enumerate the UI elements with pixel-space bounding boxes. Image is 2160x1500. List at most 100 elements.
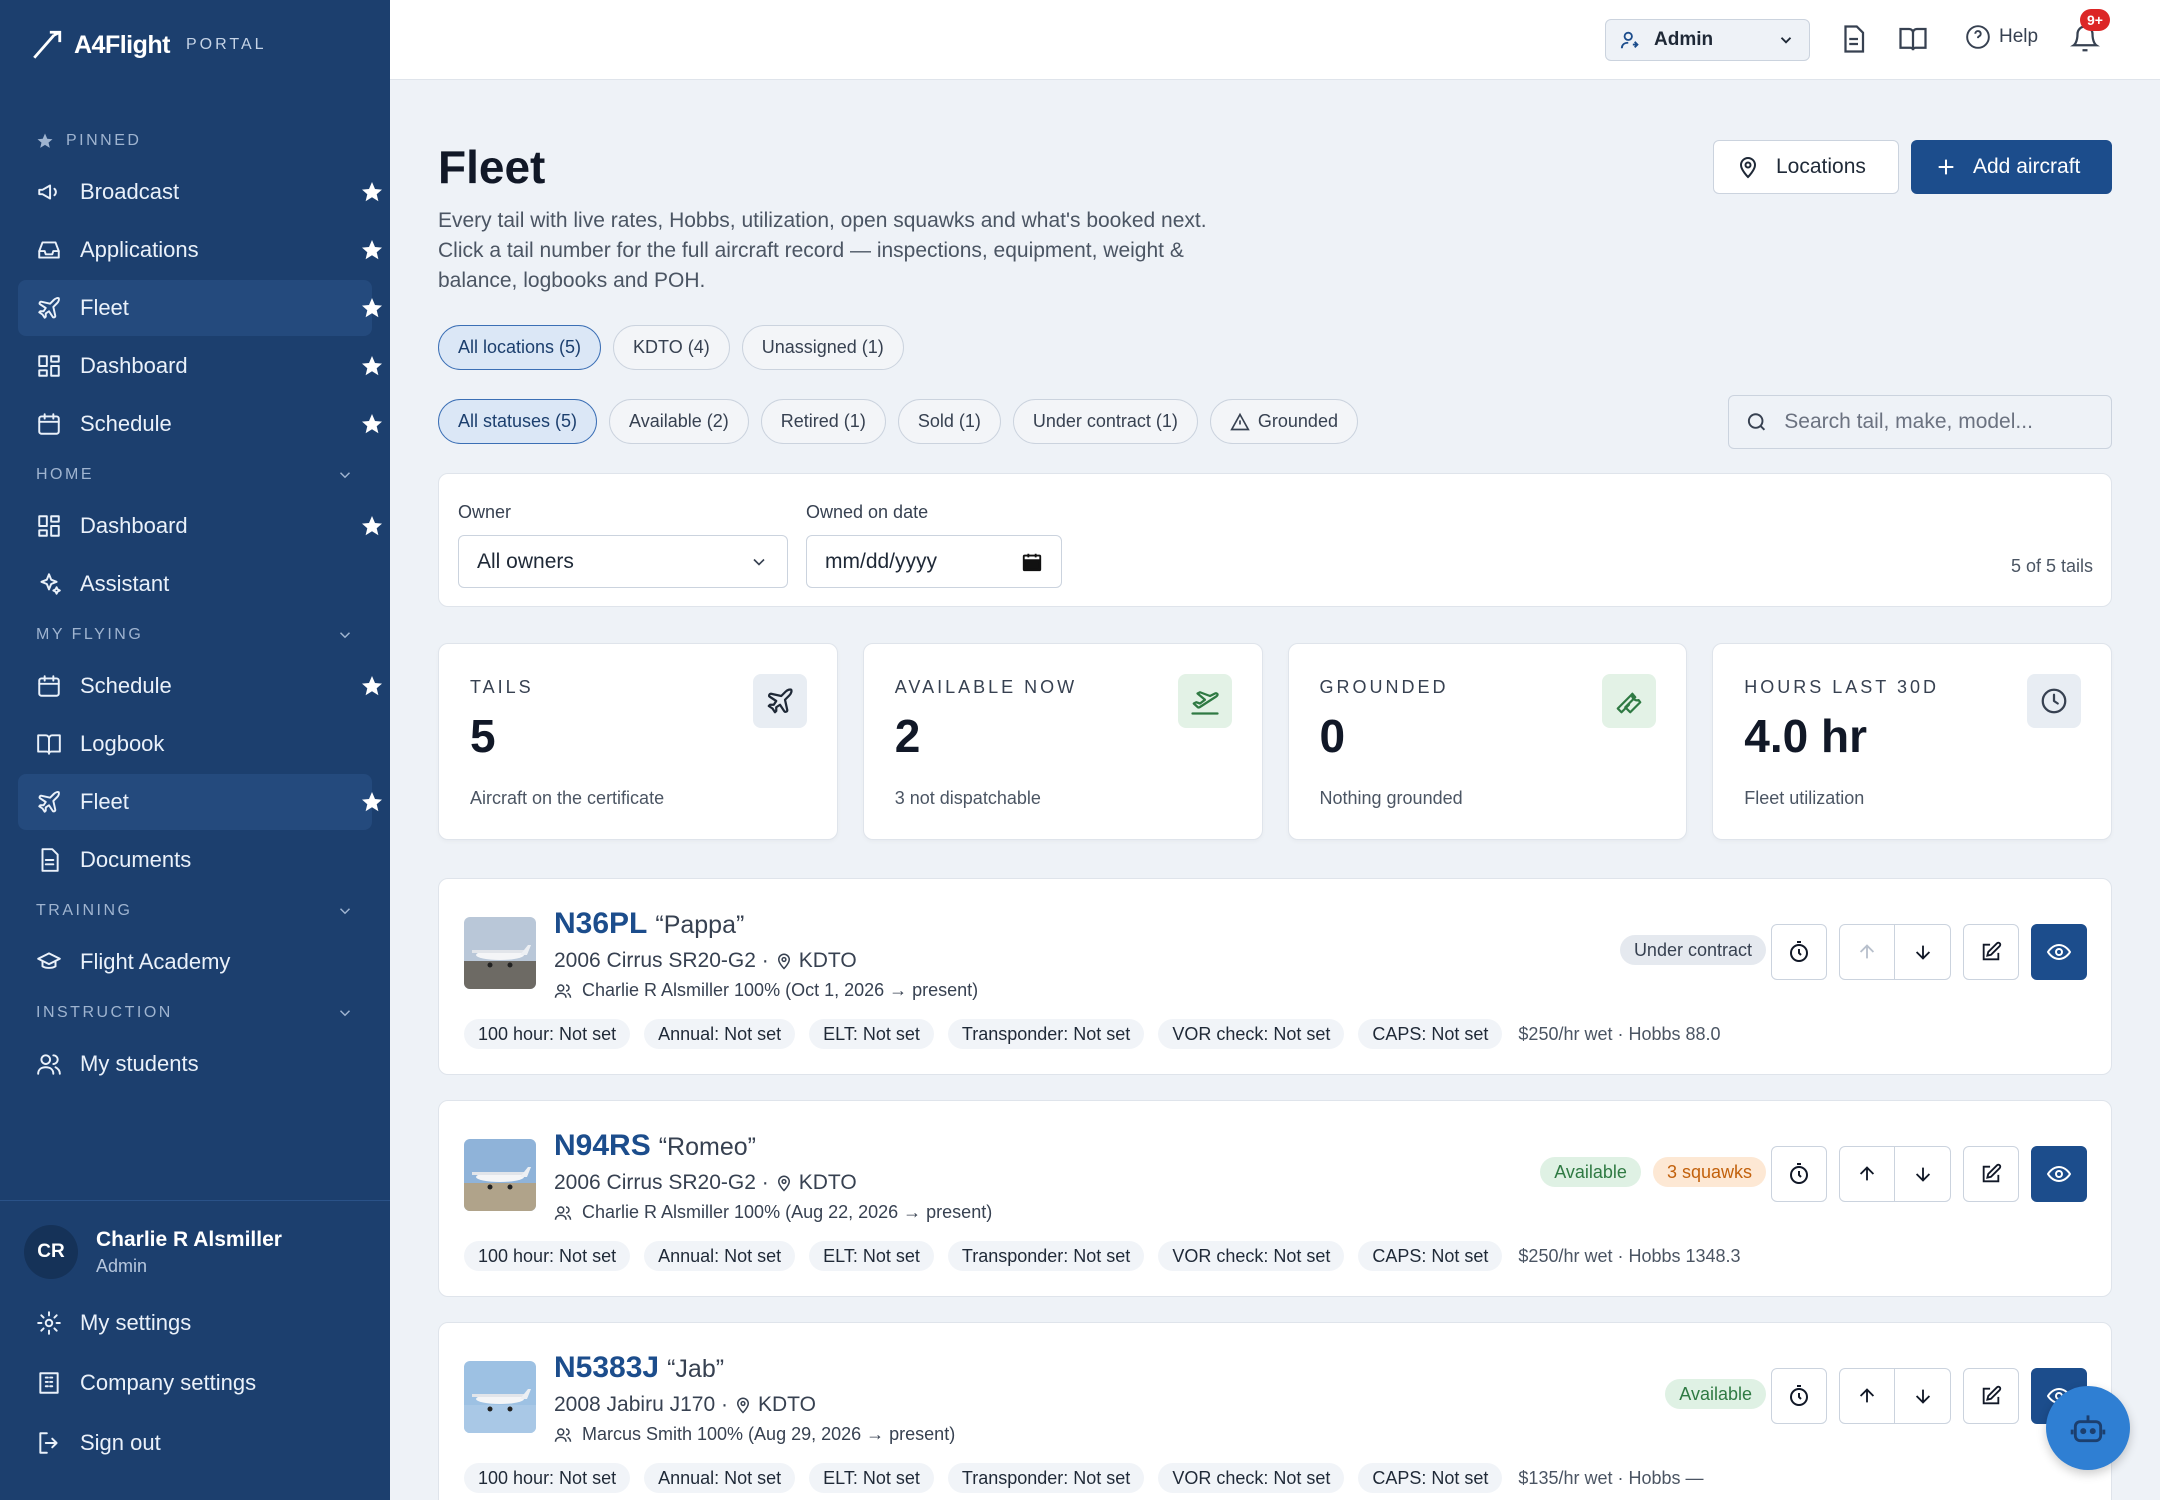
edit-button[interactable] xyxy=(1963,1368,2019,1424)
owner-select[interactable]: All owners xyxy=(458,535,788,588)
sidebar-item-label: Assistant xyxy=(80,571,170,596)
timer-button[interactable] xyxy=(1771,924,1827,980)
calendar-icon[interactable] xyxy=(1021,551,1043,573)
aircraft-actions xyxy=(1771,1368,2087,1424)
sign-out-link[interactable]: Sign out xyxy=(0,1413,390,1473)
filter-pill[interactable]: Grounded xyxy=(1209,399,1358,444)
sidebar-item-logbook[interactable]: Logbook xyxy=(18,716,372,772)
map-pin-icon xyxy=(1739,157,1757,179)
star-icon[interactable] xyxy=(360,790,384,814)
user-switch-icon xyxy=(1620,31,1639,49)
filter-pill[interactable]: All statuses (5) xyxy=(438,399,598,444)
star-icon[interactable] xyxy=(360,514,384,538)
star-icon[interactable] xyxy=(360,238,384,262)
move-down-button[interactable] xyxy=(1895,1146,1951,1202)
sidebar-item-my-students[interactable]: My students xyxy=(18,1036,372,1092)
help-link[interactable]: Help xyxy=(1965,24,2038,50)
view-button[interactable] xyxy=(2031,1146,2087,1202)
section-my-flying[interactable]: MY FLYING xyxy=(0,614,390,656)
owned-date-input[interactable]: mm/dd/yyyy xyxy=(806,535,1062,588)
move-down-button[interactable] xyxy=(1895,924,1951,980)
move-up-button[interactable] xyxy=(1839,1368,1895,1424)
aircraft-rate: $135/hr wet · Hobbs — xyxy=(1518,1467,1704,1488)
aircraft-thumbnail[interactable] xyxy=(464,1139,536,1211)
user-profile[interactable]: CR Charlie R Alsmiller Admin xyxy=(0,1201,390,1293)
timer-button[interactable] xyxy=(1771,1368,1827,1424)
role-select[interactable]: Admin xyxy=(1605,19,1810,61)
move-up-button[interactable] xyxy=(1839,1146,1895,1202)
section-label: MY FLYING xyxy=(36,626,144,643)
graduation-cap-icon xyxy=(37,952,61,969)
sidebar-item-flight-academy[interactable]: Flight Academy xyxy=(18,934,372,990)
aircraft-thumbnail[interactable] xyxy=(464,917,536,989)
edit-button[interactable] xyxy=(1963,924,2019,980)
filter-pill[interactable]: Sold (1) xyxy=(897,399,1001,444)
aircraft-location: KDTO xyxy=(798,949,857,972)
company-settings-link[interactable]: Company settings xyxy=(0,1353,390,1413)
sidebar-item-assistant[interactable]: Assistant xyxy=(18,556,372,612)
aircraft-rate: $250/hr wet · Hobbs 88.0 xyxy=(1518,1023,1721,1044)
locations-button[interactable]: Locations xyxy=(1713,140,1899,194)
section-instruction[interactable]: INSTRUCTION xyxy=(0,992,390,1034)
sidebar-item-fleet[interactable]: Fleet xyxy=(18,280,382,336)
move-down-button[interactable] xyxy=(1895,1368,1951,1424)
star-icon[interactable] xyxy=(360,296,384,320)
aircraft-model-line: 2006 Cirrus SR20-G2 · KDTO xyxy=(554,1171,857,1195)
sidebar-item-label: Schedule xyxy=(80,673,172,698)
document-icon xyxy=(41,848,59,872)
sidebar-item-broadcast[interactable]: Broadcast xyxy=(18,164,382,220)
stat-icon-box xyxy=(1177,674,1232,728)
sidebar-item-label: Flight Academy xyxy=(80,949,231,974)
aircraft-photo xyxy=(464,1139,536,1211)
star-icon[interactable] xyxy=(360,354,384,378)
assistant-fab[interactable] xyxy=(2046,1386,2130,1470)
filter-pill[interactable]: Available (2) xyxy=(609,399,749,444)
aircraft-model-line: 2008 Jabiru J170 · KDTO xyxy=(554,1393,816,1417)
star-icon[interactable] xyxy=(360,674,384,698)
filter-pill[interactable]: KDTO (4) xyxy=(613,325,730,370)
section-home[interactable]: HOME xyxy=(0,454,390,496)
star-icon[interactable] xyxy=(360,412,384,436)
view-button[interactable] xyxy=(2031,924,2087,980)
aircraft-nickname: “Romeo” xyxy=(658,1133,756,1161)
book-icon[interactable] xyxy=(1898,24,1928,54)
inspection-tag: CAPS: Not set xyxy=(1358,1463,1503,1493)
my-settings-link[interactable]: My settings xyxy=(0,1293,390,1353)
tail-number-link[interactable]: N94RS “Romeo” xyxy=(554,1129,756,1163)
search-input[interactable] xyxy=(1784,410,2095,434)
sidebar-item-schedule[interactable]: Schedule xyxy=(18,658,382,714)
edit-icon xyxy=(1982,1385,2002,1405)
chevron-down-icon xyxy=(753,558,765,566)
move-up-button[interactable] xyxy=(1839,924,1895,980)
sidebar-item-fleet[interactable]: Fleet xyxy=(18,774,382,830)
filter-pill[interactable]: Under contract (1) xyxy=(1012,399,1198,444)
aircraft-rate: $250/hr wet · Hobbs 1348.3 xyxy=(1518,1245,1741,1266)
add-aircraft-button[interactable]: Add aircraft xyxy=(1911,140,2112,194)
sidebar-item-documents[interactable]: Documents xyxy=(18,832,372,888)
stat-value: 2 xyxy=(894,710,921,762)
filter-pill[interactable]: Retired (1) xyxy=(760,399,886,444)
stat-value: 4.0 hr xyxy=(1744,710,1867,762)
timer-button[interactable] xyxy=(1771,1146,1827,1202)
sidebar-item-label: Fleet xyxy=(80,295,129,320)
link-label: Sign out xyxy=(80,1430,161,1455)
filter-panel: Owner All owners Owned on date mm/dd/yyy… xyxy=(438,473,2112,607)
aircraft-thumbnail[interactable] xyxy=(464,1361,536,1433)
plane-icon xyxy=(38,791,60,813)
tail-number-link[interactable]: N36PL “Pappa” xyxy=(554,907,744,941)
stopwatch-icon xyxy=(1790,1163,1808,1184)
sidebar-item-dashboard[interactable]: Dashboard xyxy=(18,338,382,394)
brand-logo[interactable]: A4Flight PORTAL xyxy=(30,28,267,62)
edit-button[interactable] xyxy=(1963,1146,2019,1202)
sidebar-item-schedule[interactable]: Schedule xyxy=(18,396,382,452)
sign-out-icon xyxy=(39,1432,58,1454)
sidebar-item-applications[interactable]: Applications xyxy=(18,222,382,278)
star-icon[interactable] xyxy=(360,180,384,204)
filter-pill[interactable]: Unassigned (1) xyxy=(741,325,904,370)
document-icon[interactable] xyxy=(1838,24,1868,54)
filter-pill[interactable]: All locations (5) xyxy=(438,325,602,370)
tail-number-link[interactable]: N5383J “Jab” xyxy=(554,1351,724,1385)
section-training[interactable]: TRAINING xyxy=(0,890,390,932)
aircraft-photo xyxy=(464,917,536,989)
sidebar-item-dashboard[interactable]: Dashboard xyxy=(18,498,382,554)
